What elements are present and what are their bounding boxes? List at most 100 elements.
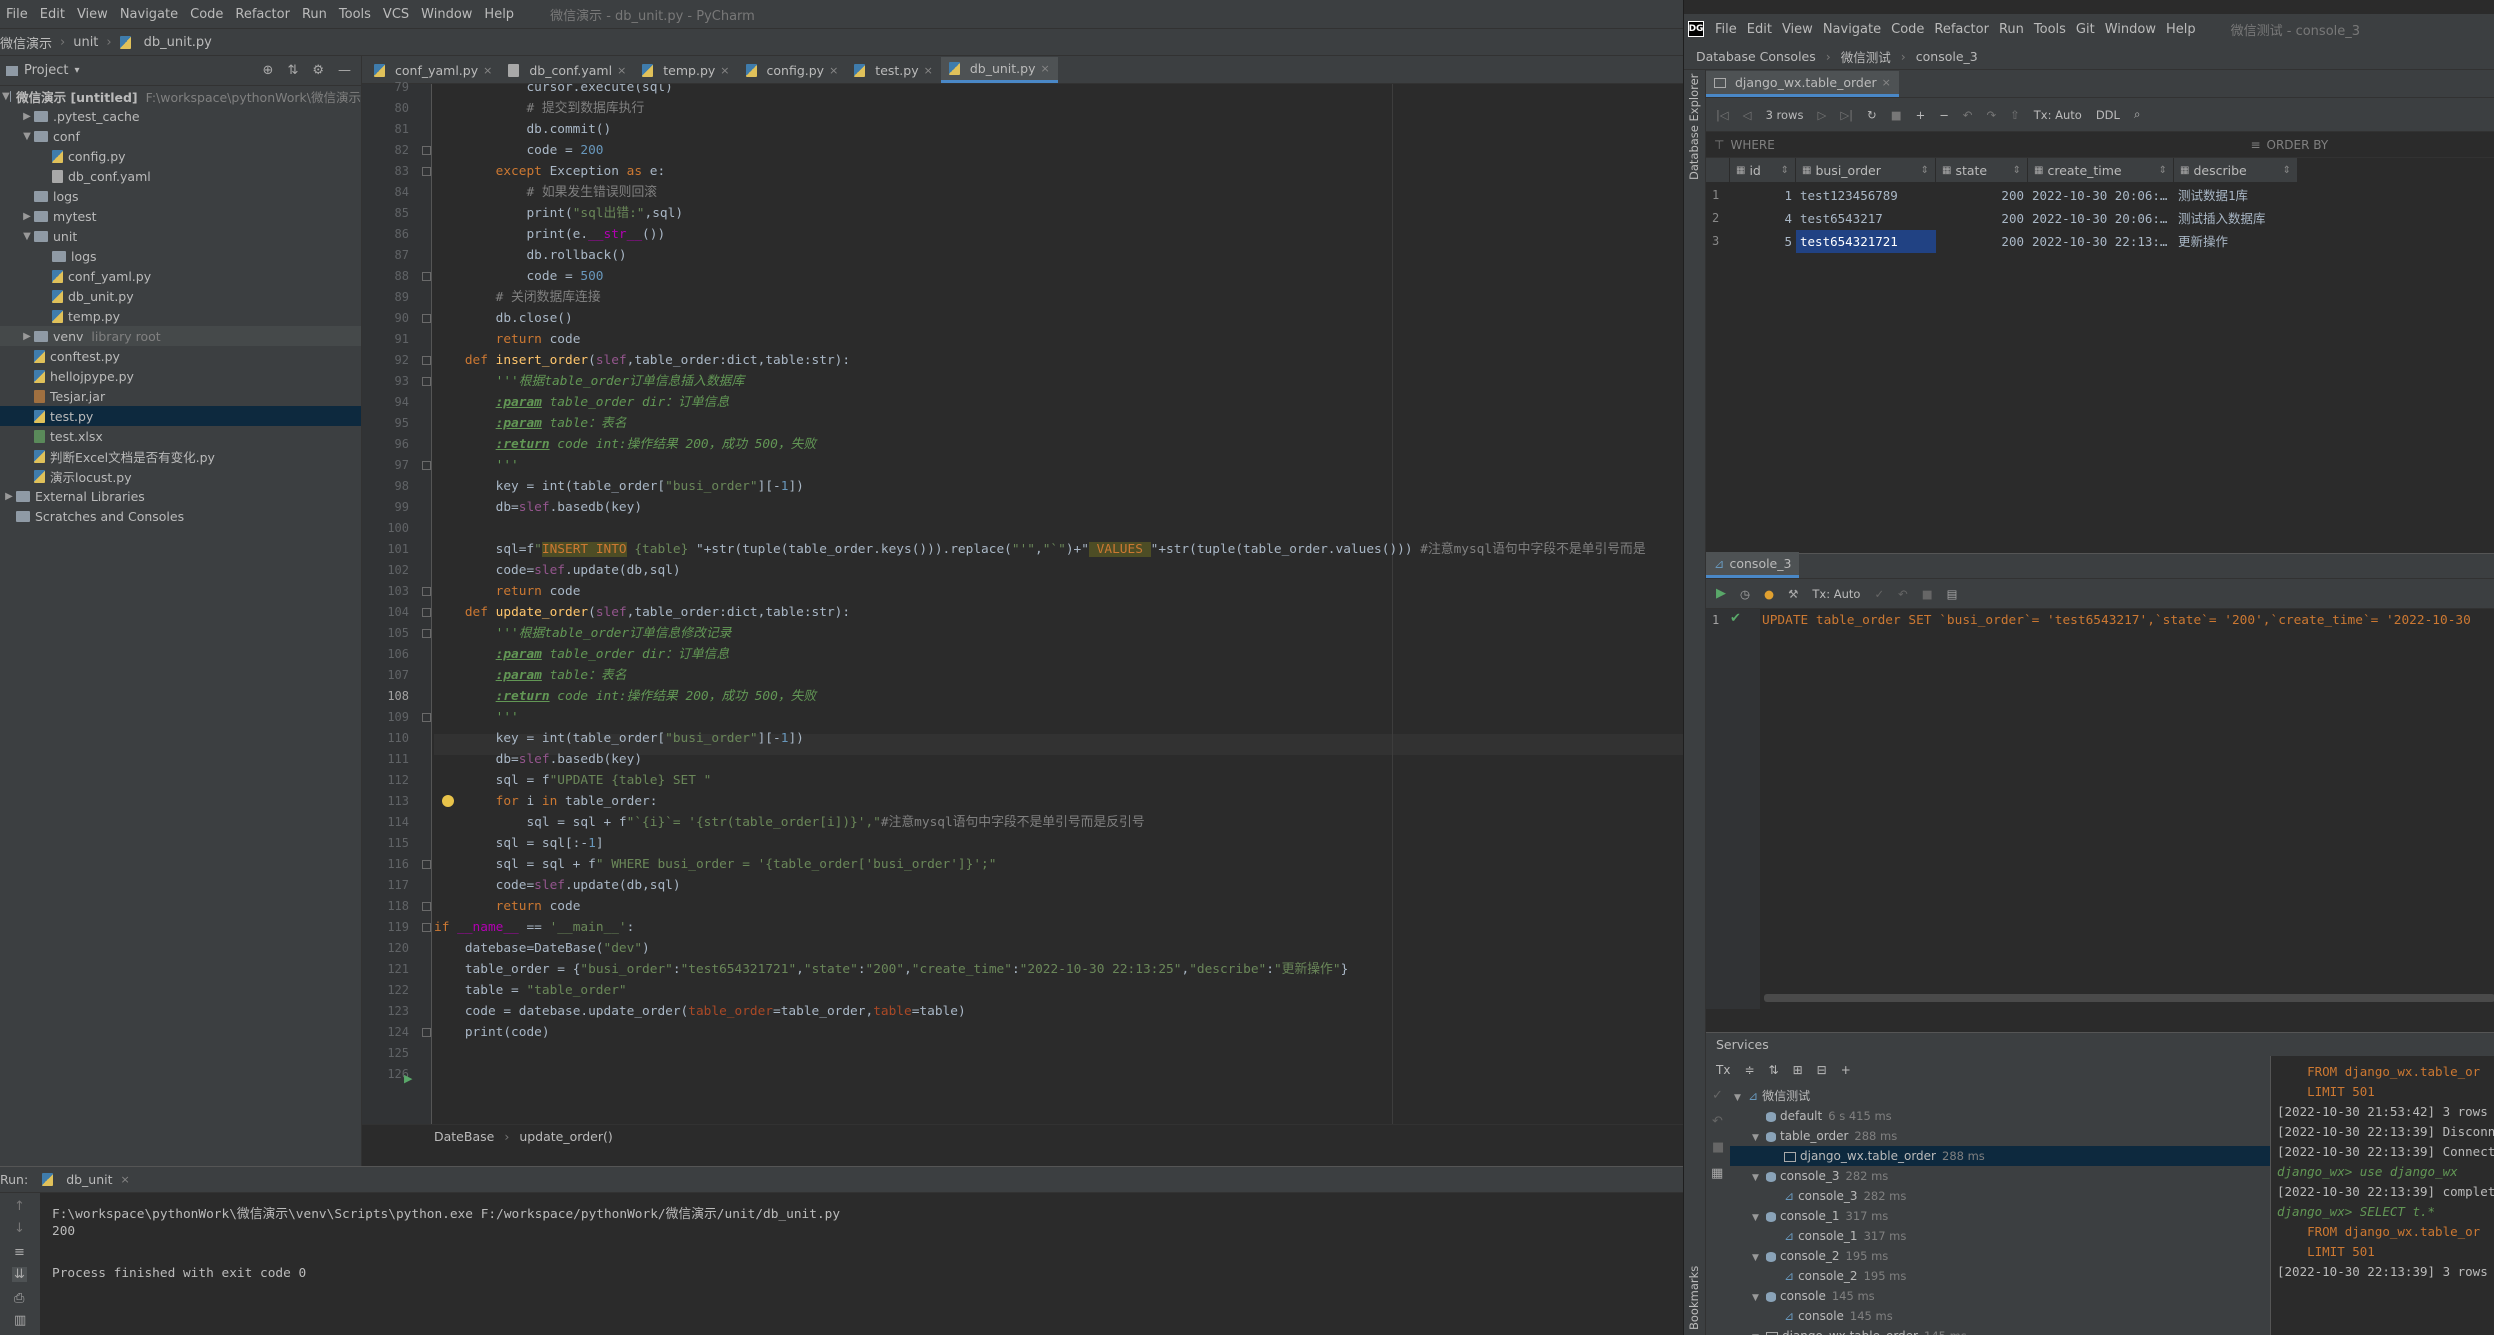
revert-icon[interactable]: ↶ — [1963, 108, 1973, 122]
expanded-arrow-icon[interactable]: ▼ — [20, 131, 34, 142]
expanded-arrow-icon[interactable]: ▼ — [1752, 1168, 1766, 1188]
service-item[interactable]: ▼ django_wx.table_order 145 ms — [1730, 1326, 2270, 1335]
fold-marker-icon[interactable] — [422, 608, 431, 617]
row-number[interactable]: 1 — [1706, 184, 1730, 207]
fold-marker-icon[interactable] — [422, 272, 431, 281]
column-header-state[interactable]: ▦ state ⇕ — [1936, 158, 2028, 182]
project-label[interactable]: Project — [24, 63, 68, 78]
arrow-down-icon[interactable]: ↓ — [14, 1221, 25, 1236]
fold-marker-icon[interactable] — [422, 1028, 431, 1037]
group-icon[interactable]: ⊞ — [1793, 1063, 1803, 1077]
grid-cell[interactable]: 5 — [1730, 230, 1796, 253]
rollback-icon[interactable]: ↶ — [1712, 1114, 1723, 1129]
sort-arrows-icon[interactable]: ⇕ — [2159, 165, 2167, 176]
fold-marker-icon[interactable] — [422, 923, 431, 932]
sort-arrows-icon[interactable]: ⇕ — [1781, 165, 1789, 176]
fold-marker-icon[interactable] — [422, 860, 431, 869]
execute-icon[interactable]: ▶ — [1716, 586, 1726, 601]
stop-icon[interactable]: ■ — [1891, 108, 1902, 122]
fold-marker-icon[interactable] — [422, 146, 431, 155]
layout-icon[interactable]: ▦ — [1711, 1166, 1723, 1181]
expanded-arrow-icon[interactable]: ▼ — [1752, 1288, 1766, 1308]
last-page-icon[interactable]: ▷| — [1840, 108, 1853, 122]
tree-item[interactable]: ▼ conf — [0, 126, 361, 146]
expanded-arrow-icon[interactable]: ▼ — [1734, 1088, 1748, 1108]
search-icon[interactable]: ⌕ — [2134, 107, 2140, 122]
tree-item[interactable]: ▶ mytest — [0, 206, 361, 226]
run-tab[interactable]: db_unit — [66, 1172, 112, 1187]
tree-item[interactable]: test.xlsx — [0, 426, 361, 446]
menu-run[interactable]: Run — [1994, 22, 2029, 37]
ddl-button[interactable]: DDL — [2096, 108, 2120, 122]
expanded-arrow-icon[interactable]: ▼ — [1752, 1328, 1766, 1335]
service-item[interactable]: ⊿ console_2 195 ms — [1730, 1266, 2270, 1286]
layout-icon[interactable]: ⊟ — [1817, 1063, 1827, 1077]
close-icon[interactable]: × — [829, 64, 838, 77]
menu-file[interactable]: File — [0, 7, 34, 22]
fold-marker-icon[interactable] — [422, 314, 431, 323]
service-item[interactable]: default 6 s 415 ms — [1730, 1106, 2270, 1126]
menu-run[interactable]: Run — [296, 7, 333, 22]
chevron-down-icon[interactable]: ▾ — [74, 65, 79, 76]
add-service-icon[interactable]: + — [1841, 1063, 1851, 1077]
tree-item[interactable]: 演示locust.py — [0, 466, 361, 486]
add-row-icon[interactable]: + — [1916, 108, 1926, 122]
menu-refactor[interactable]: Refactor — [229, 7, 296, 22]
tab-console-3[interactable]: ⊿ console_3 — [1706, 552, 1800, 578]
sort-arrows-icon[interactable]: ⇕ — [2283, 165, 2291, 176]
grid-cell[interactable]: test6543217 — [1796, 207, 1936, 230]
menu-help[interactable]: Help — [2161, 22, 2201, 37]
menu-code[interactable]: Code — [1886, 22, 1929, 37]
expanded-arrow-icon[interactable]: ▼ — [2, 91, 10, 102]
sort-arrows-icon[interactable]: ⇕ — [2013, 165, 2021, 176]
rows-count[interactable]: 3 rows — [1766, 108, 1804, 122]
tab-table-order[interactable]: django_wx.table_order × — [1706, 71, 1899, 97]
where-field[interactable]: WHERE — [1730, 138, 2250, 152]
collapse-all-icon[interactable]: ⇅ — [1769, 1063, 1779, 1077]
console-editor[interactable]: UPDATE table_order SET `busi_order`= 'te… — [1762, 609, 2494, 1009]
service-item[interactable]: ⊿ console 145 ms — [1730, 1306, 2270, 1326]
close-icon[interactable]: × — [924, 64, 933, 77]
fold-marker-icon[interactable] — [422, 356, 431, 365]
service-item[interactable]: ⊿ console_3 282 ms — [1730, 1186, 2270, 1206]
tree-item[interactable]: ▶ .pytest_cache — [0, 106, 361, 126]
tree-item[interactable]: test.py — [0, 406, 361, 426]
tree-item[interactable]: conftest.py — [0, 346, 361, 366]
row-number[interactable]: 2 — [1706, 207, 1730, 230]
scroll-end-icon[interactable]: ⇊ — [12, 1267, 27, 1282]
minimize-icon[interactable]: — — [338, 63, 351, 78]
menu-navigate[interactable]: Navigate — [1818, 22, 1886, 37]
trash-icon[interactable]: ▥ — [14, 1313, 26, 1328]
close-icon[interactable]: × — [720, 64, 729, 77]
grid-icon[interactable]: ▤ — [1947, 587, 1958, 601]
grid-cell[interactable]: 2022-10-30 20:06:… — [2028, 184, 2174, 207]
tree-item[interactable]: ▼ unit — [0, 226, 361, 246]
menu-file[interactable]: File — [1710, 22, 1742, 37]
close-icon[interactable]: × — [121, 1173, 130, 1186]
tree-item[interactable]: hellojpype.py — [0, 366, 361, 386]
editor-tab[interactable]: config.py × — [738, 57, 847, 83]
grid-cell[interactable]: 200 — [1936, 207, 2028, 230]
expanded-arrow-icon[interactable]: ▼ — [1752, 1248, 1766, 1268]
menu-git[interactable]: Git — [2071, 22, 2100, 37]
tree-item[interactable]: db_unit.py — [0, 286, 361, 306]
fold-marker-icon[interactable] — [422, 629, 431, 638]
tree-item[interactable]: logs — [0, 186, 361, 206]
console-scrollbar[interactable] — [1764, 994, 2494, 1002]
grid-cell[interactable]: 2022-10-30 20:06:… — [2028, 207, 2174, 230]
database-explorer-tab[interactable]: Database Explorer — [1687, 74, 1701, 180]
menu-tools[interactable]: Tools — [333, 7, 377, 22]
stop-icon[interactable]: ■ — [1922, 587, 1933, 601]
grid-cell[interactable]: 测试数据1库 — [2174, 184, 2298, 207]
crumb-class[interactable]: DateBase — [434, 1129, 494, 1144]
expand-all-icon[interactable]: ≑ — [1744, 1063, 1754, 1077]
remove-row-icon[interactable]: − — [1939, 108, 1949, 122]
menu-refactor[interactable]: Refactor — [1929, 22, 1994, 37]
history-icon[interactable]: ◷ — [1740, 587, 1750, 601]
breadcrumb-item[interactable]: unit — [73, 35, 98, 50]
service-item[interactable]: ▼ console 145 ms — [1730, 1286, 2270, 1306]
tx-label[interactable]: Tx — [1716, 1063, 1730, 1077]
arrow-up-icon[interactable]: ↑ — [14, 1199, 25, 1214]
collapsed-arrow-icon[interactable]: ▶ — [2, 491, 16, 502]
refresh-icon[interactable]: ↻ — [1867, 108, 1877, 122]
